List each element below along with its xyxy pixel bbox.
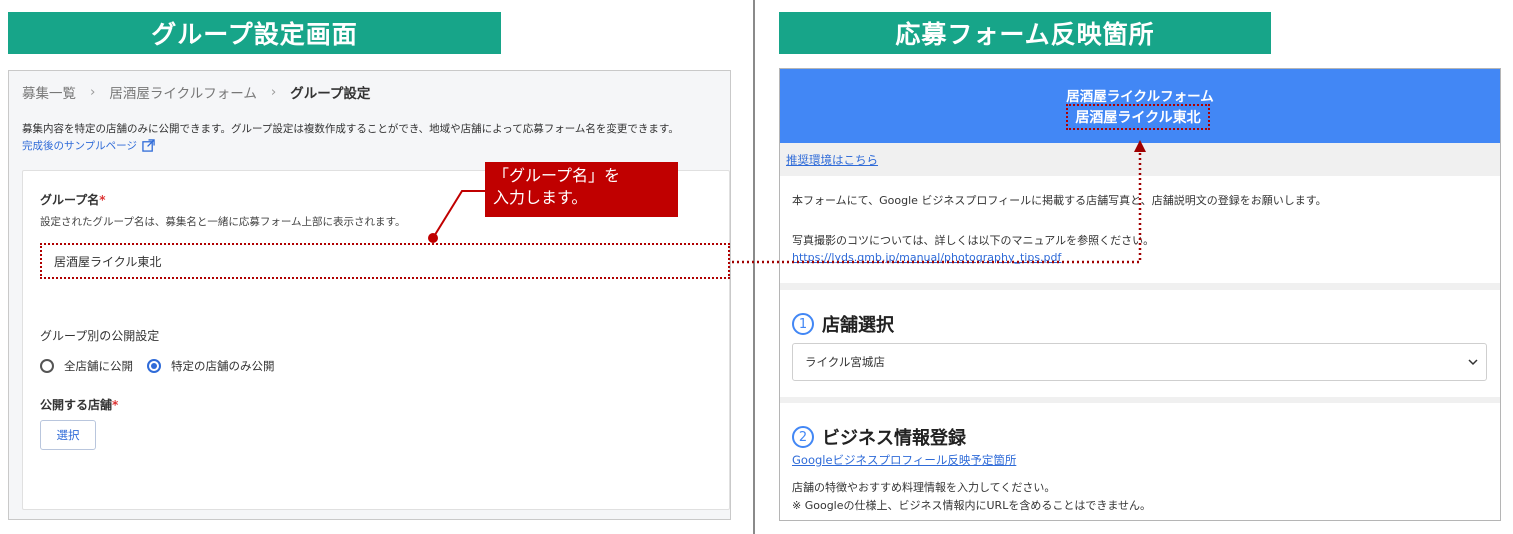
sample-page-link-label: 完成後のサンプルページ bbox=[22, 140, 137, 152]
radio-specific-stores[interactable] bbox=[147, 359, 161, 373]
stores-label-text: 公開する店舗 bbox=[40, 398, 113, 412]
sample-page-link[interactable]: 完成後のサンプルページ bbox=[22, 138, 155, 153]
store-select-value: ライクル宮城店 bbox=[805, 355, 885, 369]
business-info-note: ※ Googleの仕様上、ビジネス情報内にURLを含めることはできません。 bbox=[792, 499, 1151, 512]
external-link-icon bbox=[142, 139, 155, 152]
select-stores-button[interactable]: 選択 bbox=[40, 420, 96, 450]
section-2-number: 2 bbox=[792, 426, 814, 448]
callout-line-2: 入力します。 bbox=[493, 188, 588, 207]
radio-all-stores-label: 全店舗に公開 bbox=[64, 359, 133, 373]
breadcrumb-separator: › bbox=[270, 84, 277, 100]
radio-specific-stores-label: 特定の店舗のみ公開 bbox=[171, 359, 275, 373]
store-select[interactable]: ライクル宮城店 bbox=[792, 343, 1487, 381]
business-info-instruction: 店舗の特徴やおすすめ料理情報を入力してください。 bbox=[792, 481, 1056, 494]
group-name-label-text: グループ名 bbox=[40, 193, 100, 207]
stores-label: 公開する店舗* bbox=[40, 396, 118, 413]
google-profile-link[interactable]: Googleビジネスプロフィール反映予定箇所 bbox=[792, 452, 1016, 468]
breadcrumb-item-recruit-list[interactable]: 募集一覧 bbox=[22, 82, 76, 102]
section-1-title: 1 店舗選択 bbox=[792, 311, 894, 337]
visibility-label: グループ別の公開設定 bbox=[40, 329, 160, 343]
form-title: 居酒屋ライクルフォーム bbox=[1066, 89, 1214, 105]
right-banner: 応募フォーム反映箇所 bbox=[779, 12, 1271, 54]
visibility-radio-group: 全店舗に公開 特定の店舗のみ公開 bbox=[40, 358, 275, 374]
required-mark: * bbox=[112, 398, 119, 412]
section-1-title-text: 店舗選択 bbox=[822, 315, 894, 336]
page-description: 募集内容を特定の店舗のみに公開できます。グループ設定は複数作成することができ、地… bbox=[22, 123, 679, 135]
section-1-number: 1 bbox=[792, 313, 814, 335]
breadcrumb: 募集一覧 › 居酒屋ライクルフォーム › グループ設定 bbox=[22, 82, 370, 102]
chevron-down-icon bbox=[1468, 358, 1478, 365]
breadcrumb-item-current: グループ設定 bbox=[290, 86, 371, 102]
required-mark: * bbox=[99, 193, 106, 207]
form-group-name: 居酒屋ライクル東北 bbox=[1066, 104, 1210, 130]
breadcrumb-item-form[interactable]: 居酒屋ライクルフォーム bbox=[109, 82, 256, 102]
group-name-input[interactable]: 居酒屋ライクル東北 bbox=[40, 243, 730, 279]
section-2-title: 2 ビジネス情報登録 bbox=[792, 424, 966, 450]
radio-all-stores[interactable] bbox=[40, 359, 54, 373]
callout-line-1: 「グループ名」を bbox=[493, 166, 621, 185]
section-2-title-text: ビジネス情報登録 bbox=[822, 428, 966, 449]
breadcrumb-separator: › bbox=[90, 84, 96, 100]
left-banner: グループ設定画面 bbox=[8, 12, 501, 54]
callout-box: 「グループ名」を 入力します。 bbox=[485, 162, 678, 217]
connector-arrow bbox=[732, 140, 1146, 264]
group-name-label: グループ名* bbox=[40, 191, 106, 208]
group-name-help: 設定されたグループ名は、募集名と一緒に応募フォーム上部に表示されます。 bbox=[40, 216, 406, 228]
